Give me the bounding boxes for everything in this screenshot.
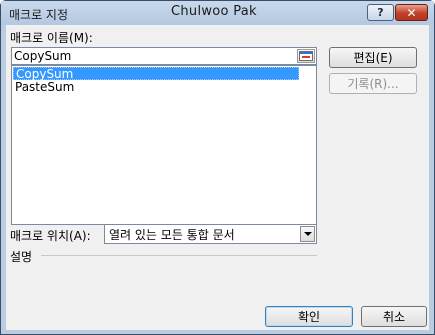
macro-name-input[interactable] bbox=[12, 48, 292, 64]
chevron-down-icon bbox=[303, 232, 312, 236]
macro-list[interactable]: CopySum PasteSum bbox=[11, 65, 317, 225]
help-icon: ? bbox=[377, 6, 384, 19]
dialog-body: 매크로 이름(M): CopySum PasteSum 편집(E) 기록(R).… bbox=[6, 25, 429, 330]
ok-button[interactable]: 확인 bbox=[265, 306, 353, 327]
help-button[interactable]: ? bbox=[367, 4, 394, 21]
macro-assign-dialog: 매크로 지정 Chulwoo Pak ? ✕ 매크로 이름(M): CopySu… bbox=[0, 0, 435, 335]
title-bar[interactable]: 매크로 지정 Chulwoo Pak ? ✕ bbox=[1, 1, 434, 25]
window-owner-name: Chulwoo Pak bbox=[171, 4, 257, 19]
description-divider bbox=[41, 255, 317, 256]
macro-location-select[interactable]: 열려 있는 모든 통합 문서 bbox=[104, 224, 317, 244]
edit-button[interactable]: 편집(E) bbox=[329, 47, 417, 68]
macro-location-label: 매크로 위치(A): bbox=[10, 229, 91, 243]
collapse-dialog-button[interactable] bbox=[297, 49, 315, 63]
list-item[interactable]: CopySum bbox=[13, 67, 299, 81]
macro-name-field[interactable] bbox=[11, 47, 317, 65]
description-label: 설명 bbox=[10, 250, 33, 264]
cancel-button[interactable]: 취소 bbox=[361, 306, 427, 327]
close-icon: ✕ bbox=[406, 5, 417, 20]
dropdown-button[interactable] bbox=[300, 226, 315, 242]
close-button[interactable]: ✕ bbox=[395, 4, 428, 21]
macro-location-value: 열려 있는 모든 통합 문서 bbox=[109, 227, 235, 242]
dialog-title: 매크로 지정 bbox=[9, 8, 69, 22]
record-button[interactable]: 기록(R)... bbox=[329, 73, 417, 94]
macro-name-label: 매크로 이름(M): bbox=[10, 31, 93, 45]
collapse-dialog-icon bbox=[299, 51, 313, 61]
list-item[interactable]: PasteSum bbox=[13, 81, 299, 94]
